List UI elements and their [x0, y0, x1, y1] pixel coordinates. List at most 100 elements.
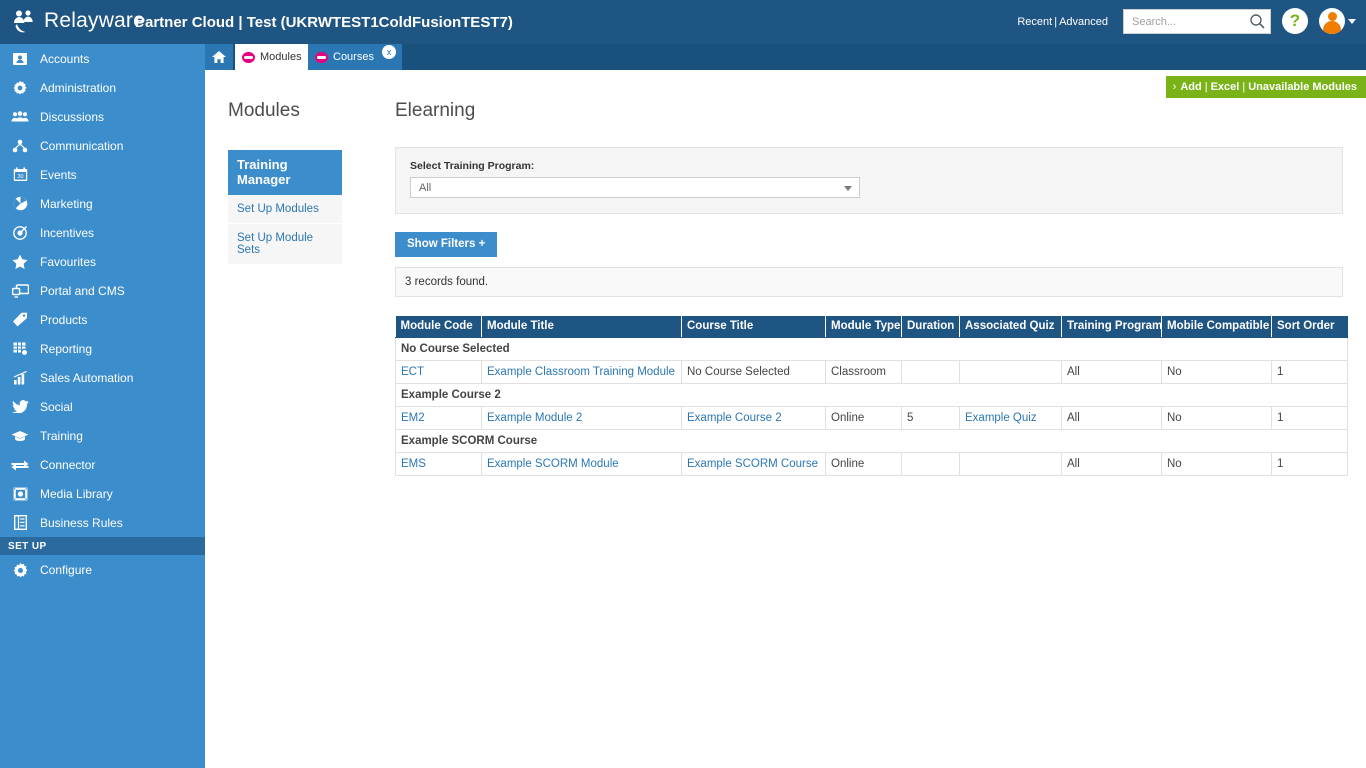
- recent-link[interactable]: Recent: [1017, 16, 1052, 28]
- table-group-row: No Course Selected: [395, 337, 1348, 361]
- tab-courses[interactable]: Courses x: [308, 44, 402, 70]
- cell-module-code: EM2: [395, 406, 482, 430]
- home-tab[interactable]: [205, 44, 233, 70]
- column-duration[interactable]: Duration: [901, 316, 960, 338]
- table-row[interactable]: ECT Example Classroom Training Module No…: [395, 360, 1348, 384]
- sidebar-item-label: Marketing: [40, 196, 93, 211]
- column-associated-quiz[interactable]: Associated Quiz: [959, 316, 1062, 338]
- search-input[interactable]: [1124, 10, 1244, 33]
- cell-module-code: EMS: [395, 452, 482, 476]
- column-course-title[interactable]: Course Title: [681, 316, 826, 338]
- cell-training-program: All: [1061, 360, 1162, 384]
- module-code-link[interactable]: ECT: [401, 366, 424, 378]
- module-code-link[interactable]: EM2: [401, 412, 425, 424]
- sidebar-item-label: Connector: [40, 457, 96, 472]
- table-group-row: Example Course 2: [395, 383, 1348, 407]
- column-module-title[interactable]: Module Title: [481, 316, 682, 338]
- sidebar-item-portal-and-cms[interactable]: Portal and CMS: [0, 276, 205, 305]
- sidebar-item-marketing[interactable]: Marketing: [0, 189, 205, 218]
- subnav-item-set-up-modules[interactable]: Set Up Modules: [228, 195, 342, 224]
- sidebar-item-label: Media Library: [40, 486, 113, 501]
- sidebar-item-sales-automation[interactable]: Sales Automation: [0, 363, 205, 392]
- avatar[interactable]: [1319, 8, 1345, 34]
- sidebar-item-social[interactable]: Social: [0, 392, 205, 421]
- sidebar-item-communication[interactable]: Communication: [0, 131, 205, 160]
- pie-chart-icon: [10, 195, 30, 213]
- cell-course-title: Example SCORM Course: [681, 452, 826, 476]
- modules-results-table: Module Code Module Title Course Title Mo…: [395, 316, 1348, 476]
- svg-text:30: 30: [17, 174, 23, 180]
- gear-icon: [10, 561, 30, 579]
- column-mobile-compatible[interactable]: Mobile Compatible: [1161, 316, 1272, 338]
- training-program-select[interactable]: All: [410, 177, 860, 198]
- sidebar-item-accounts[interactable]: Accounts: [0, 44, 205, 73]
- excel-export-button[interactable]: Excel: [1211, 81, 1240, 93]
- quiz-link[interactable]: Example Quiz: [965, 412, 1037, 424]
- module-title-link[interactable]: Example Module 2: [487, 412, 582, 424]
- sidebar-item-label: Discussions: [40, 109, 105, 124]
- sidebar-item-favourites[interactable]: Favourites: [0, 247, 205, 276]
- cell-module-title: Example SCORM Module: [481, 452, 682, 476]
- sidebar-item-incentives[interactable]: Incentives: [0, 218, 205, 247]
- show-filters-button[interactable]: Show Filters +: [395, 232, 498, 257]
- sidebar-item-label: Accounts: [40, 51, 90, 66]
- avatar-body: [1323, 21, 1341, 34]
- search-icon[interactable]: [1249, 13, 1266, 30]
- address-book-icon: [10, 50, 30, 68]
- search-box[interactable]: [1123, 9, 1271, 34]
- sidebar-item-events[interactable]: 30 Events: [0, 160, 205, 189]
- main-content: › Add | Excel | Unavailable Modules Modules E…: [205, 70, 1366, 768]
- table-row[interactable]: EM2 Example Module 2 Example Course 2 On…: [395, 406, 1348, 430]
- sidebar-item-products[interactable]: Products: [0, 305, 205, 334]
- sidebar-item-configure[interactable]: Configure: [0, 555, 205, 585]
- module-title-link[interactable]: Example SCORM Module: [487, 458, 619, 470]
- tag-icon: [10, 311, 30, 329]
- sidebar-item-label: Configure: [40, 563, 93, 577]
- column-sort-order[interactable]: Sort Order: [1271, 316, 1348, 338]
- report-grid-icon: [10, 340, 30, 358]
- chevron-down-icon[interactable]: [844, 186, 852, 191]
- brand-logo[interactable]: Relayware: [12, 8, 145, 34]
- sub-navigation: Training Manager Set Up Modules Set Up M…: [228, 150, 342, 265]
- chevron-right-icon: ›: [1172, 81, 1177, 93]
- top-bar: Relayware Partner Cloud | Test (UKRWTEST…: [0, 0, 1366, 44]
- add-button[interactable]: Add: [1180, 81, 1201, 93]
- column-training-program[interactable]: Training Program: [1061, 316, 1162, 338]
- module-title-link[interactable]: Example Classroom Training Module: [487, 366, 675, 378]
- column-module-code[interactable]: Module Code: [395, 316, 482, 338]
- sidebar-item-label: Social: [40, 399, 73, 414]
- sidebar-item-label: Favourites: [40, 254, 97, 269]
- chevron-down-icon[interactable]: [1348, 18, 1356, 24]
- close-icon[interactable]: x: [381, 45, 396, 59]
- sidebar-item-business-rules[interactable]: Business Rules: [0, 508, 205, 537]
- action-separator: |: [1242, 81, 1246, 93]
- advanced-link[interactable]: Advanced: [1059, 16, 1108, 28]
- table-group-row: Example SCORM Course: [395, 429, 1348, 453]
- sidebar-item-reporting[interactable]: Reporting: [0, 334, 205, 363]
- bar-chart-icon: [10, 369, 30, 387]
- cell-module-type: Classroom: [825, 360, 902, 384]
- help-button[interactable]: ?: [1282, 8, 1308, 34]
- app-title: Partner Cloud | Test (UKRWTEST1ColdFusio…: [135, 14, 513, 31]
- sidebar-item-connector[interactable]: Connector: [0, 450, 205, 479]
- column-module-type[interactable]: Module Type: [825, 316, 902, 338]
- cell-associated-quiz: [959, 452, 1062, 476]
- unavailable-modules-button[interactable]: Unavailable Modules: [1248, 81, 1357, 93]
- sidebar-item-label: Administration: [40, 80, 117, 95]
- user-menu[interactable]: [1319, 8, 1356, 34]
- course-title-link[interactable]: Example Course 2: [687, 412, 782, 424]
- sidebar-item-media-library[interactable]: Media Library: [0, 479, 205, 508]
- course-title-link[interactable]: Example SCORM Course: [687, 458, 818, 470]
- table-row[interactable]: EMS Example SCORM Module Example SCORM C…: [395, 452, 1348, 476]
- action-toolbar: › Add | Excel | Unavailable Modules: [1165, 76, 1366, 98]
- cell-course-title: Example Course 2: [681, 406, 826, 430]
- sidebar-item-training[interactable]: Training: [0, 421, 205, 450]
- group-title: Example Course 2: [395, 383, 1348, 407]
- course-icon: [315, 51, 328, 63]
- subnav-item-set-up-module-sets[interactable]: Set Up Module Sets: [228, 224, 342, 265]
- sidebar-item-discussions[interactable]: Discussions: [0, 102, 205, 131]
- gear-icon: [10, 79, 30, 97]
- module-code-link[interactable]: EMS: [401, 458, 426, 470]
- sidebar-item-administration[interactable]: Administration: [0, 73, 205, 102]
- cell-duration: 5: [901, 406, 960, 430]
